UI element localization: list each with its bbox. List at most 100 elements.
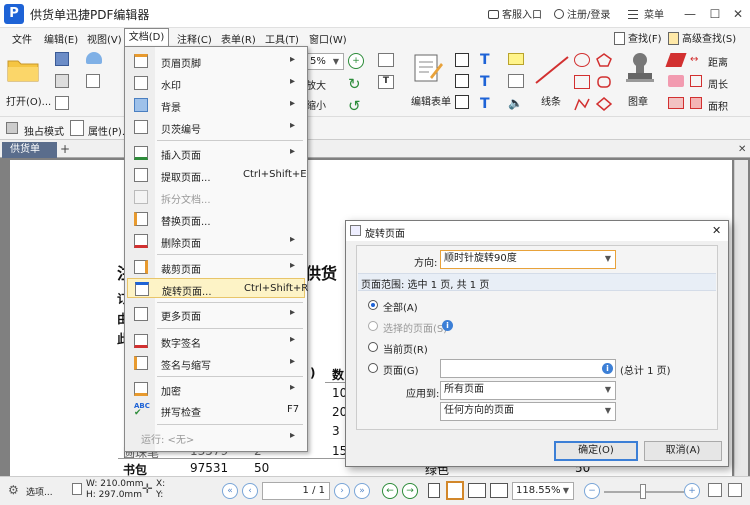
rectangle-icon[interactable] [574, 75, 590, 89]
list-field-icon[interactable] [455, 95, 469, 109]
menu-item-background[interactable]: 背景 ▸ [127, 95, 305, 115]
rotate-left-icon[interactable]: ↺ [348, 97, 361, 115]
eraser-icon[interactable] [668, 75, 684, 87]
cloud-icon[interactable] [86, 52, 102, 64]
polygon-line-icon[interactable] [574, 97, 590, 111]
print-icon[interactable] [55, 74, 69, 88]
menu-document[interactable]: 文档(D) [124, 28, 169, 47]
apply-to-select[interactable]: 所有页面 ▼ [440, 381, 616, 400]
advanced-find-button[interactable]: 高级查找(S) [668, 30, 736, 45]
cloud-shape-icon[interactable] [596, 75, 612, 89]
zoom-in-icon[interactable]: + [684, 483, 700, 499]
zoom-slider-handle[interactable] [640, 484, 646, 499]
exclusive-mode-button[interactable]: 独占模式 [24, 123, 64, 138]
continuous-page-icon[interactable] [446, 481, 464, 500]
stamp-icon[interactable] [625, 51, 655, 85]
underline-icon[interactable]: T [480, 96, 490, 112]
save-icon[interactable] [55, 52, 69, 66]
facing-page-icon[interactable] [468, 483, 486, 498]
forward-button[interactable]: → [402, 483, 418, 499]
menu-item-encrypt[interactable]: 加密 ▸ [127, 379, 305, 399]
tab-document[interactable]: 供货单 [2, 142, 57, 158]
pencil-icon[interactable] [665, 53, 687, 67]
zoom-out-icon[interactable]: − [584, 483, 600, 499]
pentagon-icon[interactable] [596, 53, 612, 67]
maximize-button[interactable]: ☐ [705, 4, 725, 24]
typewriter-icon[interactable]: T [480, 52, 490, 68]
menu-edit[interactable]: 编辑(E) [44, 31, 78, 46]
continuous-facing-icon[interactable] [490, 483, 508, 498]
menu-item-header-footer[interactable]: 页眉页脚 ▸ [127, 51, 305, 71]
menu-item-crop-page[interactable]: 裁剪页面 ▸ [127, 257, 305, 277]
area-icon[interactable] [690, 97, 702, 109]
customer-service-button[interactable]: 客服入口 [488, 6, 542, 21]
orientation-select[interactable]: 任何方向的页面 ▼ [440, 402, 616, 421]
zoom-out-label[interactable]: 缩小 [306, 97, 326, 112]
sound-icon[interactable]: 🔈 [508, 96, 523, 110]
fit-page-icon[interactable] [708, 483, 722, 497]
checkbox-field-icon[interactable] [455, 74, 469, 88]
menu-item-sign-initials[interactable]: 签名与缩写 ▸ [127, 353, 305, 373]
ok-button[interactable]: 确定(O) [554, 441, 638, 461]
strikeout-icon[interactable]: T [480, 74, 490, 90]
text-field-icon[interactable] [455, 53, 469, 67]
back-button[interactable]: ← [382, 483, 398, 499]
new-tab-button[interactable]: + [60, 142, 70, 156]
options-button[interactable]: 选项... [26, 485, 53, 498]
area-eraser-icon[interactable] [668, 97, 684, 109]
find-button[interactable]: 查找(F) [614, 30, 662, 45]
page-icon[interactable] [55, 96, 69, 110]
radio-current-page[interactable] [368, 342, 378, 352]
menu-item-rotate-page[interactable]: 旋转页面... Ctrl+Shift+R [127, 278, 308, 298]
folder-icon[interactable] [6, 55, 40, 83]
next-page-button[interactable]: › [334, 483, 350, 499]
menu-item-more-pages[interactable]: 更多页面 ▸ [127, 304, 305, 324]
distance-icon[interactable]: ↔ [690, 54, 698, 65]
menu-file[interactable]: 文件 [12, 31, 32, 46]
ellipse-icon[interactable] [574, 53, 590, 67]
minimize-button[interactable]: — [680, 4, 700, 24]
radio-pages[interactable] [368, 363, 378, 373]
stamp-label[interactable]: 图章 [628, 93, 648, 108]
perimeter-label[interactable]: 周长 [708, 76, 728, 91]
menu-item-bates-numbering[interactable]: 贝茨编号 ▸ [127, 117, 305, 137]
menu-item-spell-check[interactable]: ABC ✔ 拼写检查 F7 [127, 400, 305, 420]
menu-view[interactable]: 视图(V) [87, 31, 122, 46]
text-box-icon[interactable] [378, 53, 394, 67]
gear-icon[interactable]: ⚙ [8, 483, 19, 497]
distance-label[interactable]: 距离 [708, 54, 728, 69]
rotate-right-icon[interactable]: ↻ [348, 75, 361, 93]
zoom-in-label[interactable]: 放大 [306, 77, 326, 92]
fit-width-icon[interactable] [728, 483, 742, 497]
menu-item-watermark[interactable]: 水印 ▸ [127, 73, 305, 93]
menu-item-split-document[interactable]: 拆分文档... [127, 187, 305, 207]
menu-comment[interactable]: 注释(C) [177, 31, 212, 46]
close-button[interactable]: ✕ [728, 4, 748, 24]
pages-input[interactable] [440, 359, 616, 378]
line-label[interactable]: 线条 [541, 93, 561, 108]
perimeter-icon[interactable] [690, 75, 702, 87]
menu-item-extract-page[interactable]: 提取页面... Ctrl+Shift+E [127, 165, 307, 185]
cancel-button[interactable]: 取消(A) [644, 441, 722, 461]
area-label[interactable]: 面积 [708, 98, 728, 113]
line-icon[interactable] [532, 53, 572, 87]
menu-item-run[interactable]: 运行: <无> ▸ [127, 427, 305, 447]
first-page-button[interactable]: « [222, 483, 238, 499]
page-number-input[interactable]: 1 / 1 [262, 482, 330, 500]
zoom-combo[interactable]: 5% ▼ [306, 53, 344, 70]
single-page-icon[interactable] [428, 483, 440, 498]
note-icon[interactable] [508, 53, 524, 65]
polygon-icon[interactable] [595, 97, 613, 111]
edit-form-label[interactable]: 编辑表单 [411, 93, 451, 108]
text-insert-icon[interactable]: T [378, 75, 394, 89]
menu-tools[interactable]: 工具(T) [265, 31, 299, 46]
new-document-icon[interactable] [86, 74, 100, 88]
vertical-scrollbar[interactable] [734, 160, 748, 476]
edit-form-icon[interactable] [412, 53, 444, 83]
direction-select[interactable]: 顺时针旋转90度 ▼ [440, 250, 616, 269]
menu-form[interactable]: 表单(R) [221, 31, 256, 46]
radio-selected-pages[interactable] [368, 321, 378, 331]
menu-window[interactable]: 窗口(W) [309, 31, 347, 46]
last-page-button[interactable]: » [354, 483, 370, 499]
menu-item-replace-page[interactable]: 替换页面... [127, 209, 305, 229]
